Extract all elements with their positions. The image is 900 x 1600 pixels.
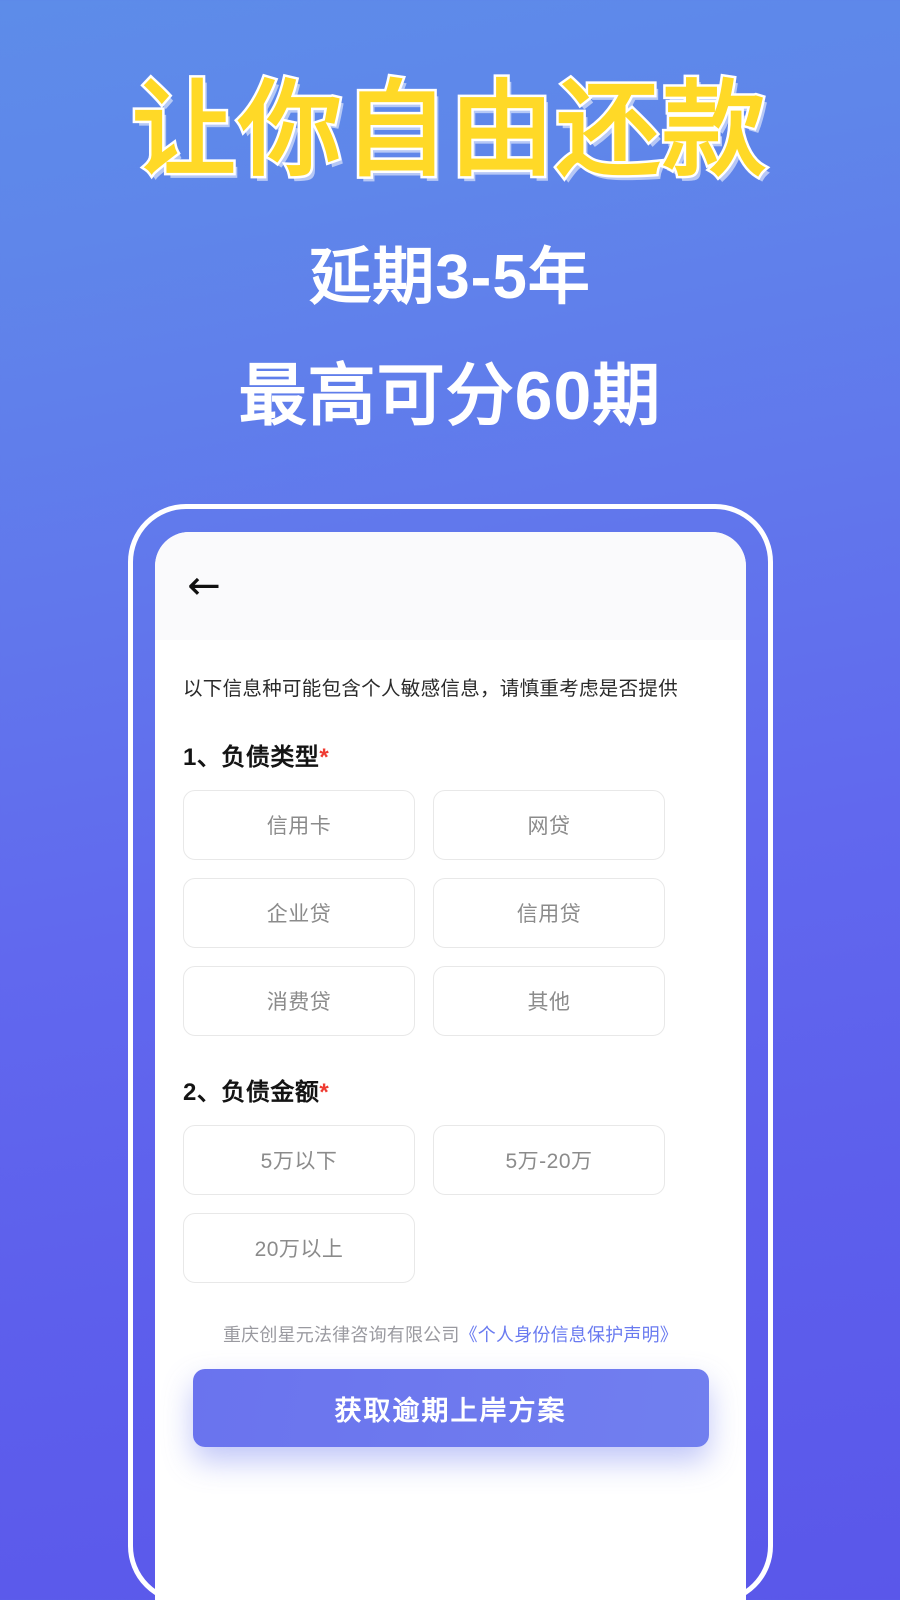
app-body: 以下信息种可能包含个人敏感信息，请慎重考虑是否提供 1、负债类型* 信用卡 网贷… [155, 672, 746, 1447]
section-2-required-mark: * [319, 1079, 330, 1106]
section-1-label: 1、负债类型 [183, 744, 320, 771]
option-debt-amount-1[interactable]: 5万-20万 [433, 1125, 665, 1195]
section-debt-type: 1、负债类型* 信用卡 网贷 企业贷 信用贷 消费贷 其他 [183, 737, 718, 1036]
option-debt-amount-0[interactable]: 5万以下 [183, 1125, 415, 1195]
section-2-title: 2、负债金额* [183, 1072, 718, 1107]
legal-disclaimer: 重庆创星元法律咨询有限公司《个人身份信息保护声明》 [183, 1321, 718, 1347]
privacy-policy-link[interactable]: 《个人身份信息保护声明》 [460, 1325, 678, 1345]
sensitive-info-notice: 以下信息种可能包含个人敏感信息，请慎重考虑是否提供 [183, 678, 679, 700]
section-1-required-mark: * [319, 744, 330, 771]
option-debt-type-5[interactable]: 其他 [433, 966, 665, 1036]
option-debt-type-0[interactable]: 信用卡 [183, 790, 415, 860]
submit-button[interactable]: 获取逾期上岸方案 [192, 1369, 709, 1447]
section-1-title: 1、负债类型* [183, 737, 718, 772]
option-debt-type-1[interactable]: 网贷 [433, 790, 665, 860]
hero-headline: 让你自由还款 [129, 71, 768, 192]
option-debt-type-4[interactable]: 消费贷 [183, 966, 415, 1036]
debt-type-options: 信用卡 网贷 企业贷 信用贷 消费贷 其他 [183, 790, 718, 1036]
phone-screen: ← 以下信息种可能包含个人敏感信息，请慎重考虑是否提供 1、负债类型* 信用卡 … [155, 532, 746, 1600]
app-header: ← [155, 532, 746, 640]
hero-subline-1: 延期3-5年 [309, 242, 591, 312]
option-debt-type-3[interactable]: 信用贷 [433, 878, 665, 948]
back-arrow-icon[interactable]: ← [183, 566, 225, 606]
legal-company-name: 重庆创星元法律咨询有限公司 [222, 1325, 460, 1345]
section-2-label: 2、负债金额 [183, 1079, 320, 1106]
option-debt-type-2[interactable]: 企业贷 [183, 878, 415, 948]
hero-banner: 让你自由还款 延期3-5年 最高可分60期 [0, 0, 900, 439]
debt-amount-options: 5万以下 5万-20万 20万以上 [183, 1125, 718, 1283]
option-debt-amount-2[interactable]: 20万以上 [183, 1213, 415, 1283]
section-debt-amount: 2、负债金额* 5万以下 5万-20万 20万以上 [183, 1072, 718, 1283]
hero-subline-2: 最高可分60期 [238, 357, 662, 434]
